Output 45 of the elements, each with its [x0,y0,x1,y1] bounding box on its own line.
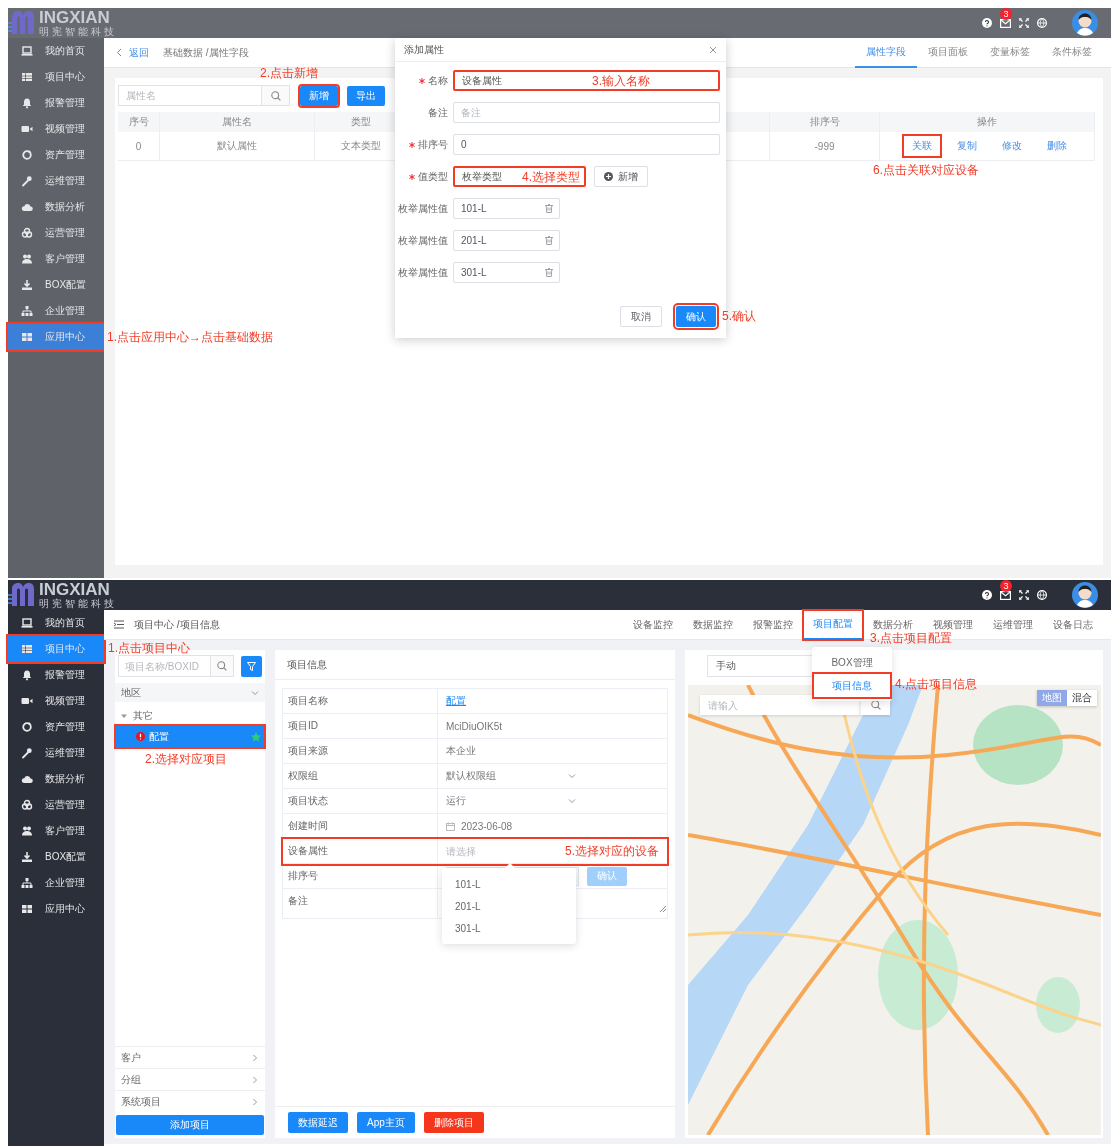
table-cell: 0 [118,132,160,161]
field-label: 值类型 [395,169,453,184]
annotation: 3.输入名称 [592,73,650,90]
annotation: 2.点击新增 [260,66,318,80]
annotation: 3.点击项目配置 [870,631,952,645]
logo-tagline: 明宪智能科技 [39,598,117,609]
dialog-title: 添加属性 [404,42,444,57]
field-label: 创建时间 [283,814,438,838]
annotation: 1.点击项目中心 [108,641,190,655]
field-label: 枚举属性值 [397,233,449,248]
field-label: 项目来源 [283,739,438,763]
logo-tagline: 明宪智能科技 [39,26,117,37]
field-label: 项目状态 [283,789,438,813]
field-label: 枚举属性值 [397,201,449,216]
field-label: 备注 [283,889,438,918]
column-header: 属性名 [160,112,315,132]
column-header: 操作 [880,112,1095,132]
notification-badge: 3 [1000,579,1012,592]
annotation: 1.点击应用中心→点击基础数据 [107,330,273,344]
annotation: 5.选择对应的设备 [565,842,659,860]
field-label: 项目名称 [283,689,438,713]
column-header: 排序号 [770,112,880,132]
breadcrumb: 项目中心 /项目信息 [134,617,220,632]
field-label: 枚举属性值 [397,265,449,280]
logo-wordmark: INGXIAN [39,9,110,26]
logo-wordmark: INGXIAN [39,581,110,598]
table-cell: 默认属性 [160,132,315,161]
column-header: 序号 [118,112,160,132]
field-label: 设备属性 [283,839,438,863]
field-value: MciDiuOIK5t [446,720,503,732]
annotation: 5.确认 [722,309,756,323]
field-label: 备注 [427,105,449,120]
annotation: 4.选择类型 [522,169,580,186]
panel-title: 项目信息 [287,657,327,672]
field-label: 权限组 [283,764,438,788]
annotation: 4.点击项目信息 [895,677,977,691]
table-cell: -999 [770,132,880,161]
annotation: 6.点击关联对应设备 [873,163,979,177]
field-label: 排序号 [283,864,438,888]
field-value: 本企业 [446,744,476,758]
field-label: 名称 [395,73,453,88]
notification-badge: 3 [1000,7,1012,20]
annotation: 2.选择对应项目 [144,751,228,768]
breadcrumb: 基础数据 /属性字段 [163,45,249,60]
field-label: 项目ID [283,714,438,738]
